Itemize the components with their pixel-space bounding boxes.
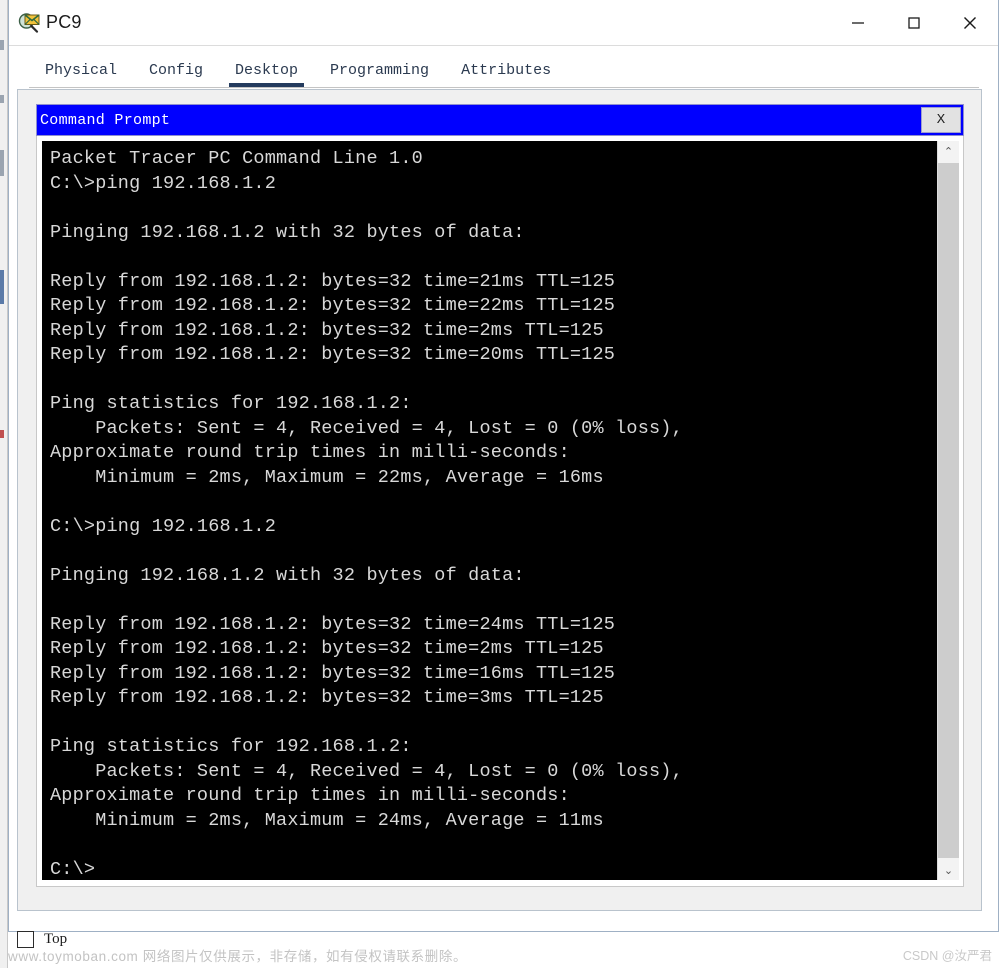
scroll-up-arrow-icon[interactable]: ⌃ [938,141,959,161]
tab-desktop[interactable]: Desktop [219,62,314,87]
minimize-button[interactable] [830,1,886,45]
tab-programming[interactable]: Programming [314,62,445,87]
command-prompt-close-button[interactable]: X [921,107,961,133]
window-title: PC9 [46,12,82,32]
command-prompt-title-bar[interactable]: Command Prompt X [36,104,964,136]
watermark-left: www.toymoban.com 网络图片仅供展示，非存储，如有侵权请联系删除。 [8,949,468,964]
window-title-bar: PC9 [9,0,998,46]
tab-physical[interactable]: Physical [29,62,133,87]
terminal-output-text: Packet Tracer PC Command Line 1.0 C:\>pi… [50,148,683,880]
terminal-output-area[interactable]: Packet Tracer PC Command Line 1.0 C:\>pi… [42,141,937,880]
command-prompt-title: Command Prompt [40,111,171,129]
scrollbar-track[interactable] [938,161,959,860]
maximize-button[interactable] [886,1,942,45]
tab-attributes[interactable]: Attributes [445,62,567,87]
scroll-down-arrow-icon[interactable]: ⌄ [938,860,959,880]
window-controls [830,0,998,45]
device-tab-strip: Physical Config Desktop Programming Attr… [29,46,979,88]
packet-tracer-pc-icon [18,12,40,34]
tab-config[interactable]: Config [133,62,219,87]
command-prompt-body: Packet Tracer PC Command Line 1.0 C:\>pi… [36,136,964,887]
watermark-right: CSDN @汝严君 [902,949,992,963]
close-button[interactable] [942,1,998,45]
command-prompt-window: Command Prompt X Packet Tracer PC Comman… [36,104,964,887]
pc9-device-window: PC9 Physical Config Desktop Programming … [8,0,999,932]
desktop-tab-panel: Command Prompt X Packet Tracer PC Comman… [17,89,982,911]
background-window-sliver [0,0,8,968]
terminal-scrollbar[interactable]: ⌃ ⌄ [937,141,959,880]
scrollbar-thumb[interactable] [938,163,959,858]
